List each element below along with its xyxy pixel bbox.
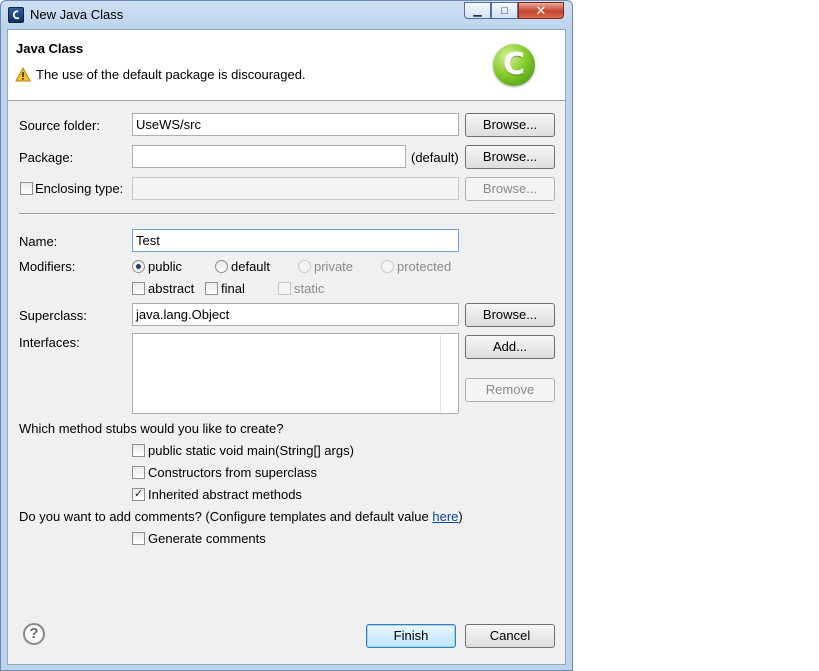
desktop-background: [573, 0, 819, 671]
comments-question-text: Do you want to add comments? (Configure …: [19, 509, 433, 524]
comments-question-suffix: ): [458, 509, 463, 524]
help-icon[interactable]: ?: [23, 623, 45, 645]
modifier-protected-radio: [381, 260, 394, 273]
dialog-window: New Java Class ▁ □ ✕ Java Class The use …: [0, 0, 573, 671]
finish-button[interactable]: Finish: [366, 624, 456, 648]
modifier-abstract-checkbox[interactable]: [132, 282, 145, 295]
interfaces-list[interactable]: [132, 333, 459, 414]
modifier-private-label: private: [314, 259, 354, 274]
modifier-final-checkbox[interactable]: [205, 282, 218, 295]
name-input[interactable]: Test: [132, 229, 459, 252]
modifier-public-radio[interactable]: [132, 260, 145, 273]
stub-constructors-checkbox[interactable]: [132, 466, 145, 479]
package-default-hint: (default): [411, 150, 459, 165]
source-folder-label: Source folder:: [19, 118, 100, 133]
modifiers-label: Modifiers:: [19, 259, 76, 274]
dialog-content: Java Class The use of the default packag…: [7, 29, 566, 665]
package-input[interactable]: [132, 145, 406, 168]
minimize-button[interactable]: ▁: [464, 2, 491, 19]
stub-constructors-label: Constructors from superclass: [148, 465, 318, 480]
class-c-icon: C: [493, 44, 535, 86]
stubs-question: Which method stubs would you like to cre…: [19, 421, 284, 436]
enclosing-type-input: [132, 177, 459, 200]
enclosing-type-label: Enclosing type:: [35, 181, 124, 196]
modifier-default-radio[interactable]: [215, 260, 228, 273]
cancel-button[interactable]: Cancel: [465, 624, 555, 648]
modifier-private-radio: [298, 260, 311, 273]
modifier-final-label: final: [221, 281, 245, 296]
interfaces-remove-button: Remove: [465, 378, 555, 402]
eclipse-app-icon: [8, 7, 24, 23]
page-title: Java Class: [16, 41, 84, 56]
comments-question: Do you want to add comments? (Configure …: [19, 509, 463, 524]
configure-templates-link[interactable]: here: [432, 509, 458, 524]
header-message: The use of the default package is discou…: [36, 67, 306, 82]
modifier-protected-label: protected: [397, 259, 452, 274]
package-label: Package:: [19, 150, 74, 165]
close-button[interactable]: ✕: [518, 2, 564, 19]
section-separator: [19, 213, 555, 215]
stub-main-label: public static void main(String[] args): [148, 443, 354, 458]
modifier-default-label: default: [231, 259, 271, 274]
maximize-button[interactable]: □: [491, 2, 518, 19]
stub-inherited-label: Inherited abstract methods: [148, 487, 302, 502]
interfaces-add-button[interactable]: Add...: [465, 335, 555, 359]
source-folder-browse-button[interactable]: Browse...: [465, 113, 555, 137]
header-banner: Java Class The use of the default packag…: [8, 30, 565, 101]
modifier-public-label: public: [148, 259, 182, 274]
close-icon: ✕: [535, 2, 547, 18]
package-browse-button[interactable]: Browse...: [465, 145, 555, 169]
stub-main-checkbox[interactable]: [132, 444, 145, 457]
title-bar[interactable]: New Java Class ▁ □ ✕: [1, 1, 572, 29]
superclass-browse-button[interactable]: Browse...: [465, 303, 555, 327]
enclosing-type-checkbox[interactable]: [20, 182, 33, 195]
generate-comments-label: Generate comments: [148, 531, 266, 546]
name-label: Name:: [19, 234, 58, 249]
checkmark-icon: ✓: [134, 488, 144, 500]
modifier-abstract-label: abstract: [148, 281, 195, 296]
superclass-label: Superclass:: [19, 308, 87, 323]
superclass-input[interactable]: java.lang.Object: [132, 303, 459, 326]
modifier-static-checkbox: [278, 282, 291, 295]
minimize-icon: ▁: [473, 5, 482, 17]
enclosing-type-browse-button: Browse...: [465, 177, 555, 201]
generate-comments-checkbox[interactable]: [132, 532, 145, 545]
source-folder-input[interactable]: UseWS/src: [132, 113, 459, 136]
maximize-icon: □: [501, 4, 508, 17]
window-title: New Java Class: [30, 7, 124, 22]
warning-icon: [15, 67, 31, 82]
stub-inherited-checkbox[interactable]: ✓: [132, 488, 145, 501]
modifier-static-label: static: [294, 281, 325, 296]
interfaces-label: Interfaces:: [19, 335, 80, 350]
